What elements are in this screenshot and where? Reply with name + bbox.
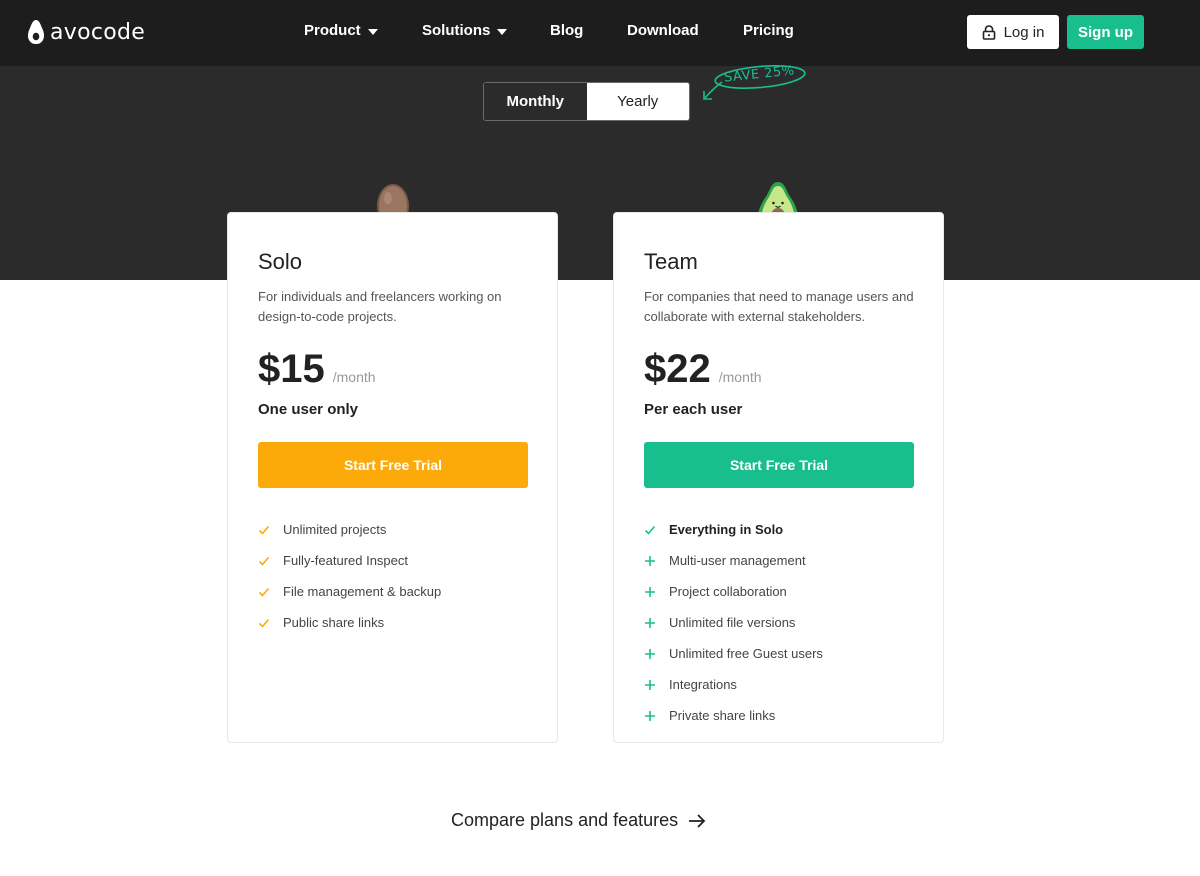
feature-text: Unlimited free Guest users: [669, 646, 823, 661]
nav-blog[interactable]: Blog: [550, 22, 583, 39]
feature-item: Unlimited free Guest users: [644, 638, 823, 669]
nav-solutions-label: Solutions: [422, 22, 491, 39]
plan-price-period: /month: [332, 369, 376, 385]
plus-icon: [645, 648, 655, 659]
signup-button[interactable]: Sign up: [1067, 15, 1144, 49]
plan-user-note: Per each user: [644, 401, 743, 418]
nav-blog-label: Blog: [550, 22, 584, 39]
feature-item: Private share links: [644, 700, 823, 731]
feature-text: Integrations: [669, 677, 737, 692]
compare-plans-label: Compare plans and features: [451, 810, 679, 830]
feature-text: Multi-user management: [669, 553, 806, 568]
login-label: Log in: [1003, 23, 1045, 41]
feature-text: Everything in Solo: [669, 522, 784, 537]
feature-item: Public share links: [258, 607, 441, 638]
plan-price: $15: [258, 347, 325, 391]
plan-price-period: /month: [718, 369, 762, 385]
start-free-trial-button[interactable]: Start Free Trial: [258, 442, 528, 488]
start-free-trial-button[interactable]: Start Free Trial: [644, 442, 914, 488]
feature-item: Unlimited file versions: [644, 607, 823, 638]
chevron-down-icon: [367, 28, 378, 35]
plan-feature-list: Everything in Solo Multi-user management…: [644, 514, 823, 731]
billing-period-toggle: Monthly Yearly: [483, 82, 690, 121]
plan-card-solo: Solo For individuals and freelancers wor…: [227, 212, 558, 743]
billing-monthly-option[interactable]: Monthly: [484, 83, 587, 120]
feature-text: Unlimited file versions: [669, 615, 796, 630]
nav-product[interactable]: Product: [304, 22, 378, 39]
billing-yearly-option[interactable]: Yearly: [586, 83, 689, 120]
check-icon: [258, 618, 270, 628]
top-navbar: avocode Product Solutions Blog Download …: [0, 0, 1200, 66]
nav-solutions[interactable]: Solutions: [422, 22, 508, 39]
feature-item: Project collaboration: [644, 576, 823, 607]
plan-price-row: $22 /month: [644, 347, 762, 392]
feature-item: File management & backup: [258, 576, 441, 607]
feature-text: Fully-featured Inspect: [283, 553, 409, 568]
compare-plans-link[interactable]: Compare plans and features: [451, 810, 706, 831]
feature-text: Project collaboration: [669, 584, 787, 599]
plus-icon: [645, 679, 655, 690]
feature-text: Public share links: [283, 615, 385, 630]
feature-item: Integrations: [644, 669, 823, 700]
plus-icon: [645, 710, 655, 721]
feature-item: Multi-user management: [644, 545, 823, 576]
plan-user-note: One user only: [258, 401, 359, 418]
feature-text: Unlimited projects: [283, 522, 387, 537]
plan-price-row: $15 /month: [258, 347, 376, 392]
nav-download[interactable]: Download: [627, 22, 699, 39]
feature-item: Everything in Solo: [644, 514, 823, 545]
nav-pricing-label: Pricing: [743, 22, 794, 39]
plan-name: Solo: [258, 249, 303, 274]
feature-text: Private share links: [669, 708, 776, 723]
feature-item: Unlimited projects: [258, 514, 441, 545]
plan-price: $22: [644, 347, 711, 391]
check-icon: [258, 556, 270, 566]
plus-icon: [645, 555, 655, 566]
feature-item: Fully-featured Inspect: [258, 545, 441, 576]
plus-icon: [645, 586, 655, 597]
check-icon: [258, 525, 270, 535]
lock-icon: [982, 24, 995, 40]
plan-description: For individuals and freelancers working …: [258, 289, 502, 324]
nav-download-label: Download: [627, 22, 699, 39]
nav-product-label: Product: [304, 22, 361, 39]
feature-text: File management & backup: [283, 584, 442, 599]
nav-pricing[interactable]: Pricing: [743, 22, 794, 39]
signup-label: Sign up: [1078, 23, 1133, 41]
arrow-right-icon: [689, 813, 706, 828]
plan-card-team: Team For companies that need to manage u…: [613, 212, 944, 743]
plan-feature-list: Unlimited projects Fully-featured Inspec…: [258, 514, 441, 638]
check-icon: [258, 587, 270, 597]
chevron-down-icon: [497, 28, 508, 35]
plan-name: Team: [644, 249, 698, 274]
plus-icon: [645, 617, 655, 628]
login-button[interactable]: Log in: [967, 15, 1059, 49]
check-icon: [644, 525, 656, 535]
plan-description: For companies that need to manage users …: [644, 289, 914, 324]
